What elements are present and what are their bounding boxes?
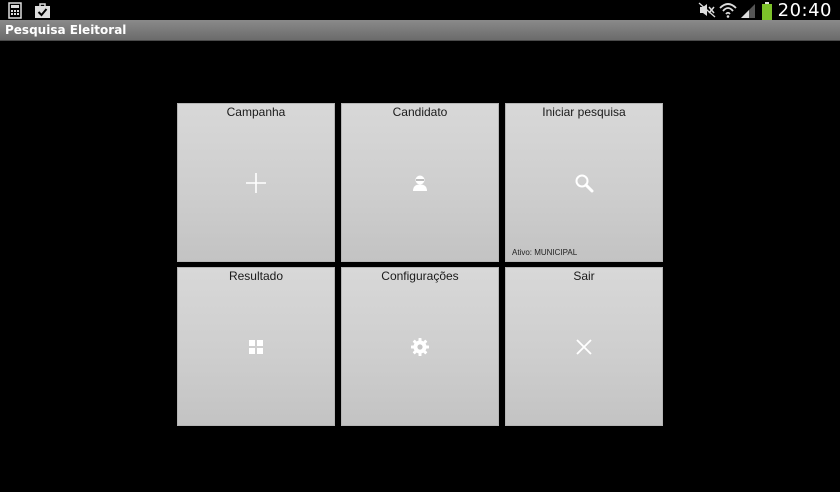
calculator-icon — [8, 2, 24, 19]
status-clock: 20:40 — [777, 0, 832, 21]
wifi-icon — [718, 2, 737, 18]
battery-icon — [761, 2, 773, 20]
tile-label: Iniciar pesquisa — [542, 105, 626, 119]
status-bar: 20:40 — [0, 0, 840, 21]
plus-icon — [245, 172, 267, 194]
tile-sair[interactable]: Sair — [505, 267, 663, 426]
mute-icon — [698, 2, 716, 18]
menu-grid: Campanha Candidato Iniciar pesquisa Ativ… — [177, 103, 664, 427]
status-right-icons: 20:40 — [698, 0, 832, 21]
tile-label: Candidato — [392, 105, 448, 119]
tile-campanha[interactable]: Campanha — [177, 103, 335, 262]
tile-label: Campanha — [226, 105, 286, 119]
tile-configuracoes[interactable]: Configurações — [341, 267, 499, 426]
shopping-bag-check-icon — [34, 2, 50, 18]
tile-label: Resultado — [228, 269, 284, 283]
grid-icon — [245, 336, 267, 358]
person-icon — [409, 172, 431, 194]
gear-icon — [409, 336, 431, 358]
close-icon — [573, 336, 595, 358]
app-title: Pesquisa Eleitoral — [5, 23, 127, 37]
status-left-icons — [8, 2, 50, 19]
tile-label: Sair — [573, 269, 595, 283]
tile-candidato[interactable]: Candidato — [341, 103, 499, 262]
signal-icon — [740, 2, 756, 18]
active-status-text: Ativo: MUNICIPAL — [512, 248, 578, 257]
tile-iniciar-pesquisa[interactable]: Iniciar pesquisa Ativo: MUNICIPAL — [505, 103, 663, 262]
search-icon — [573, 172, 595, 194]
tile-resultado[interactable]: Resultado — [177, 267, 335, 426]
action-bar: Pesquisa Eleitoral — [0, 20, 840, 41]
tile-label: Configurações — [381, 269, 459, 283]
